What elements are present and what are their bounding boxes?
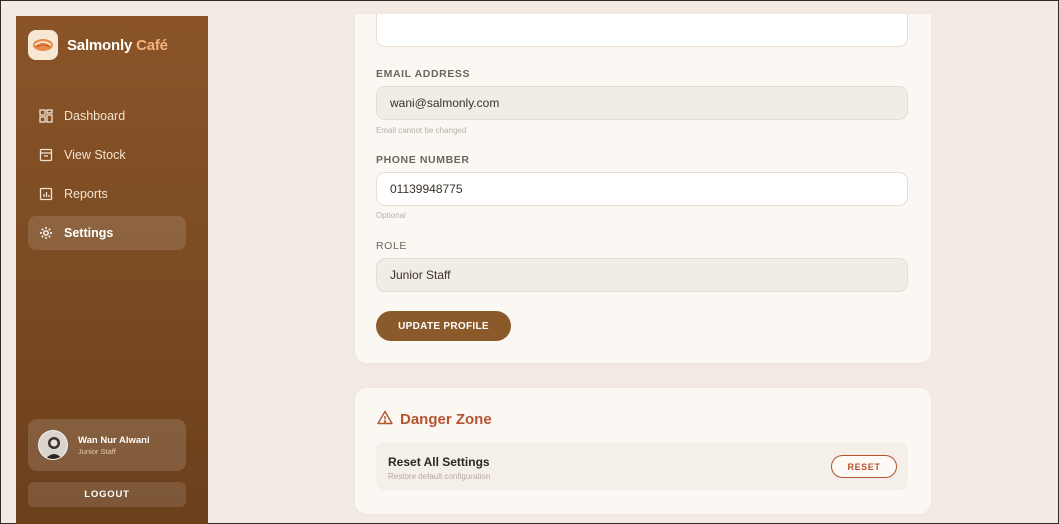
brand-name: Salmonly Café [67, 36, 168, 54]
email-field: wani@salmonly.com [376, 86, 908, 120]
name-field[interactable] [376, 14, 908, 47]
gear-icon [38, 225, 54, 241]
brand[interactable]: Salmonly Café [28, 30, 168, 60]
phone-field[interactable]: 01139948775 [376, 172, 908, 206]
reset-settings-row: Reset All Settings Restore default confi… [376, 442, 908, 490]
phone-label: PHONE NUMBER [376, 154, 470, 166]
dashboard-icon [38, 108, 54, 124]
danger-zone-title: Danger Zone [377, 410, 492, 429]
avatar [38, 430, 68, 460]
update-profile-button[interactable]: UPDATE PROFILE [376, 311, 511, 341]
sidebar-item-reports[interactable]: Reports [28, 177, 186, 211]
role-label: ROLE [376, 240, 407, 252]
reset-button[interactable]: RESET [831, 455, 897, 478]
cafe-logo-icon [28, 30, 58, 60]
logout-button[interactable]: LOGOUT [28, 482, 186, 507]
warning-icon [377, 410, 393, 429]
danger-zone-card: Danger Zone Reset All Settings Restore d… [355, 388, 931, 514]
sidebar-item-label: Reports [64, 187, 108, 201]
profile-card: EMAIL ADDRESS wani@salmonly.com Email ca… [355, 14, 931, 363]
sidebar-item-label: Dashboard [64, 109, 126, 123]
sidebar-item-dashboard[interactable]: Dashboard [28, 99, 186, 133]
user-role: Junior Staff [78, 446, 116, 456]
sidebar-item-label: View Stock [64, 148, 126, 162]
reset-settings-title: Reset All Settings [388, 455, 490, 469]
sidebar: Salmonly Café Dashboard View Stock Repor… [16, 16, 208, 524]
phone-hint: Optional [376, 211, 406, 220]
user-name: Wan Nur Alwani [78, 434, 150, 446]
reset-settings-subtitle: Restore default configuration [388, 472, 491, 481]
sidebar-item-label: Settings [64, 226, 114, 240]
sidebar-item-view-stock[interactable]: View Stock [28, 138, 186, 172]
email-label: EMAIL ADDRESS [376, 68, 471, 80]
role-field: Junior Staff [376, 258, 908, 292]
sidebar-item-settings[interactable]: Settings [28, 216, 186, 250]
user-card[interactable]: Wan Nur Alwani Junior Staff [28, 419, 186, 471]
email-hint: Email cannot be changed [376, 126, 467, 135]
chart-icon [38, 186, 54, 202]
archive-icon [38, 147, 54, 163]
